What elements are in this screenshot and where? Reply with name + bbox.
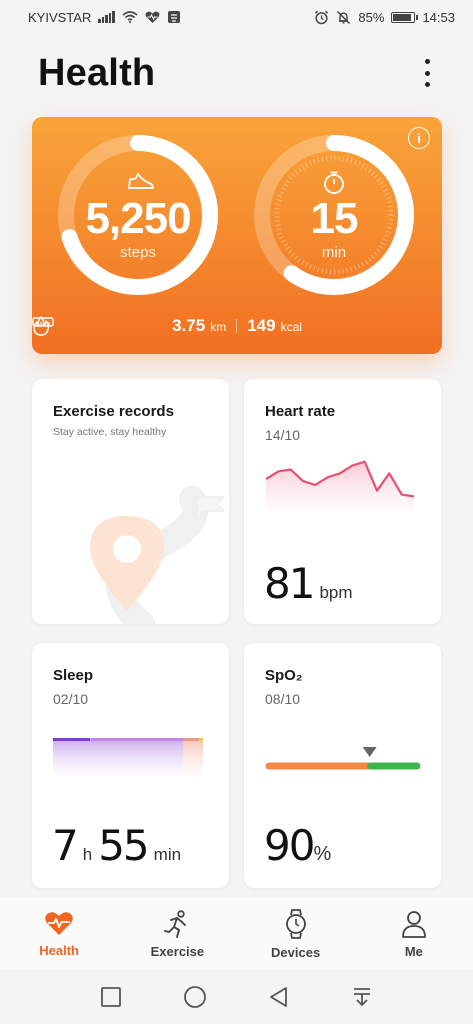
spo2-marker-icon [362, 747, 377, 757]
calories-unit: kcal [280, 320, 302, 334]
distance-summary: 3.75 km [32, 316, 227, 336]
spo2-unit: % [313, 843, 332, 865]
spo2-readout: 90% [264, 821, 331, 870]
distance-value: 3.75 [172, 316, 206, 335]
heart-rate-readout: 81 bpm [264, 559, 353, 608]
clock: 14:53 [422, 9, 455, 25]
more-dot-icon [424, 59, 430, 64]
system-nav-bar [0, 970, 473, 1024]
more-dot-icon [424, 82, 430, 87]
sleep-duration-readout: 7 h 55 min [52, 821, 181, 870]
sleep-period-awake [183, 738, 203, 776]
sleep-deep-bar [53, 738, 90, 741]
spo2-card[interactable]: SpO₂ 08/10 90% [244, 643, 441, 888]
battery-icon [391, 11, 419, 23]
back-icon[interactable] [268, 986, 290, 1008]
health-heart-icon [145, 11, 160, 23]
calories-value: 149 [247, 316, 276, 335]
info-icon[interactable]: i [408, 127, 430, 149]
heart-rate-unit: bpm [319, 583, 353, 602]
sleep-minutes-value: 55 [98, 821, 149, 870]
sleep-minutes-unit: min [153, 845, 182, 864]
recents-icon[interactable] [100, 986, 122, 1008]
steps-unit: steps [120, 244, 156, 261]
nav-devices[interactable]: Devices [246, 908, 346, 960]
exercise-records-card[interactable]: Exercise records Stay active, stay healt… [32, 379, 229, 624]
notification-drawer-icon[interactable] [351, 986, 373, 1008]
signal-icon [98, 11, 115, 23]
person-icon [401, 910, 426, 938]
nav-devices-label: Devices [271, 944, 321, 960]
sleep-period-main [53, 738, 183, 776]
home-icon[interactable] [183, 985, 207, 1009]
status-right: 85% 14:53 [314, 10, 455, 25]
alarm-icon [315, 10, 329, 24]
app-header: Health [0, 48, 473, 98]
minutes-readout: 15 min [264, 194, 404, 262]
spo2-value: 90 [264, 821, 315, 870]
vpn-icon [167, 11, 180, 23]
activity-rings-card[interactable]: 5,250 steps 15 min i 3.75 km 149 kcal [32, 117, 442, 354]
location-pin-icon [90, 516, 164, 611]
watch-icon [285, 908, 306, 939]
runner-icon [164, 909, 187, 938]
stopwatch-icon [324, 171, 344, 194]
battery-percent: 85% [358, 9, 385, 25]
sleep-awake-bar [199, 738, 203, 741]
bottom-nav: Health Exercise Devices Me [0, 898, 473, 970]
shoe-icon [128, 173, 154, 189]
sleep-card[interactable]: Sleep 02/10 7 h 55 min [32, 643, 229, 888]
sleep-rem-bar [183, 738, 199, 741]
more-dot-icon [424, 70, 430, 76]
nav-health-label: Health [39, 942, 79, 958]
activity-summary: 3.75 km 149 kcal [32, 316, 442, 336]
steps-value: 5,250 [85, 194, 191, 243]
nav-health[interactable]: Health [9, 911, 109, 958]
more-options-button[interactable] [417, 56, 437, 90]
flame-icon [33, 316, 49, 336]
nav-me-label: Me [404, 943, 423, 959]
heart-rate-value: 81 [264, 559, 315, 608]
sleep-hours-unit: h [82, 845, 93, 864]
sleep-light-bar [91, 738, 183, 741]
nav-exercise-label: Exercise [150, 943, 205, 959]
heart-rate-card[interactable]: Heart rate 14/10 81 bpm [244, 379, 441, 624]
mute-icon [337, 10, 351, 24]
route-illustration [90, 486, 226, 624]
minutes-unit: min [321, 244, 347, 261]
calories-summary: 149 kcal [33, 316, 302, 336]
minutes-value: 15 [310, 194, 359, 243]
nav-me[interactable]: Me [364, 910, 464, 959]
status-left: KYIVSTAR [28, 10, 181, 25]
sleep-hours-value: 7 [52, 821, 79, 870]
page-title: Health [38, 51, 156, 94]
summary-divider [236, 319, 238, 333]
carrier-name: KYIVSTAR [28, 9, 92, 25]
heart-icon [45, 911, 73, 935]
nav-exercise[interactable]: Exercise [127, 909, 227, 959]
distance-unit: km [210, 320, 227, 334]
wifi-icon [122, 11, 138, 23]
steps-readout: 5,250 steps [68, 194, 208, 262]
status-bar: KYIVSTAR 85% 14:53 [0, 0, 473, 34]
